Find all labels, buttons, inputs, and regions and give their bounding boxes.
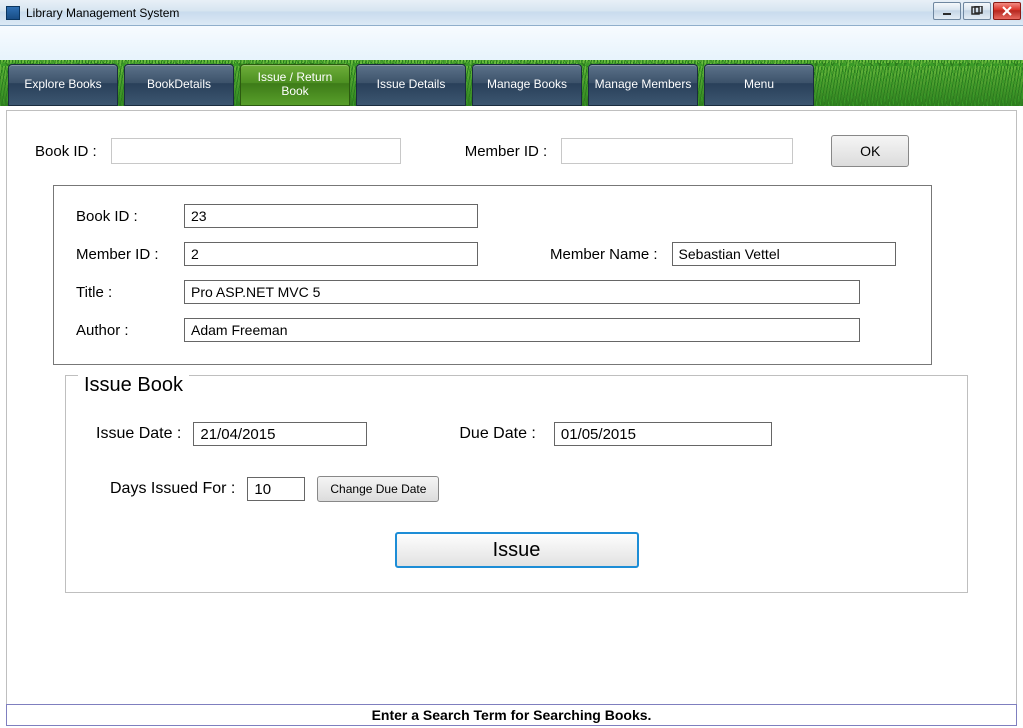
header-banner: Explore Books BookDetails Issue / Return… [0, 26, 1023, 106]
status-text: Enter a Search Term for Searching Books. [372, 707, 652, 723]
member-name-field[interactable] [672, 242, 896, 266]
tab-issue-details[interactable]: Issue Details [356, 64, 466, 106]
detail-book-id-label: Book ID : [76, 208, 176, 225]
book-id-input[interactable] [111, 138, 401, 164]
client-area: Book ID : Member ID : OK Book ID : Membe… [6, 110, 1017, 706]
days-issued-field[interactable] [247, 477, 305, 501]
issue-book-legend: Issue Book [78, 374, 189, 397]
tab-issue-return-book[interactable]: Issue / Return Book [240, 64, 350, 106]
tab-manage-members[interactable]: Manage Members [588, 64, 698, 106]
author-field[interactable] [184, 318, 860, 342]
member-id-label: Member ID : [465, 143, 548, 160]
app-icon [6, 6, 20, 20]
tab-book-details[interactable]: BookDetails [124, 64, 234, 106]
close-button[interactable] [993, 2, 1021, 20]
tab-explore-books[interactable]: Explore Books [8, 64, 118, 106]
tab-bar: Explore Books BookDetails Issue / Return… [8, 64, 814, 106]
days-issued-label: Days Issued For : [110, 480, 235, 498]
book-id-label: Book ID : [35, 143, 97, 160]
maximize-button[interactable] [963, 2, 991, 20]
status-bar: Enter a Search Term for Searching Books. [6, 704, 1017, 726]
change-due-date-button[interactable]: Change Due Date [317, 476, 439, 502]
lookup-row: Book ID : Member ID : OK [7, 111, 1016, 179]
detail-member-id-field[interactable] [184, 242, 478, 266]
title-bar: Library Management System [0, 0, 1023, 26]
tab-manage-books[interactable]: Manage Books [472, 64, 582, 106]
issue-date-label: Issue Date : [96, 425, 181, 443]
window-title: Library Management System [26, 6, 179, 20]
title-label: Title : [76, 284, 176, 301]
issue-button[interactable]: Issue [395, 532, 639, 568]
tab-menu[interactable]: Menu [704, 64, 814, 106]
due-date-field[interactable] [554, 422, 772, 446]
issue-date-field[interactable] [193, 422, 367, 446]
minimize-button[interactable] [933, 2, 961, 20]
member-name-label: Member Name : [550, 246, 658, 263]
author-label: Author : [76, 322, 176, 339]
maximize-icon [971, 6, 983, 16]
due-date-label: Due Date : [459, 425, 535, 443]
member-id-input[interactable] [561, 138, 793, 164]
ok-button[interactable]: OK [831, 135, 909, 167]
minimize-icon [942, 6, 952, 16]
close-icon [1002, 6, 1012, 16]
issue-book-group: Issue Book Issue Date : Due Date : Days … [65, 375, 968, 593]
title-field[interactable] [184, 280, 860, 304]
detail-member-id-label: Member ID : [76, 246, 176, 263]
details-group: Book ID : Member ID : Member Name : Titl… [53, 185, 932, 365]
window-buttons [933, 2, 1021, 20]
detail-book-id-field[interactable] [184, 204, 478, 228]
